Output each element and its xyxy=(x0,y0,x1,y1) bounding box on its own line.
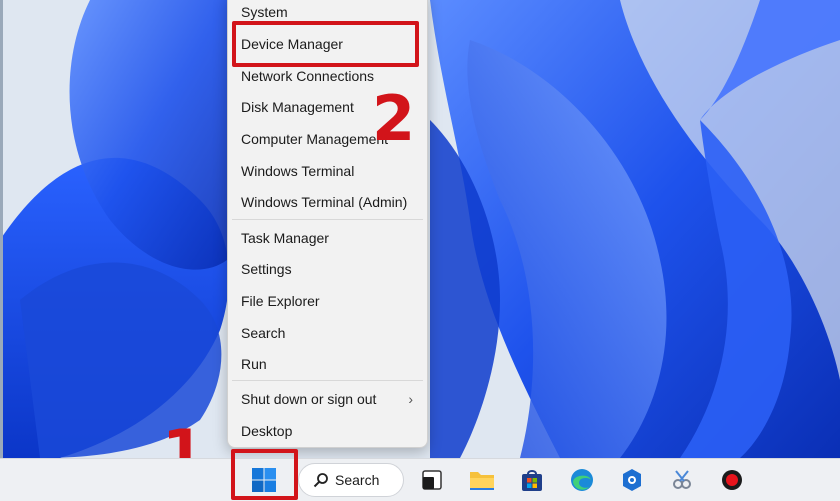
menu-separator xyxy=(232,219,423,220)
search-label: Search xyxy=(335,472,380,488)
settings-button[interactable] xyxy=(616,464,648,496)
menu-item-run[interactable]: Run xyxy=(228,349,427,379)
highlight-box-device-manager xyxy=(232,21,419,67)
snipping-tool-icon xyxy=(673,470,691,489)
record-button[interactable] xyxy=(716,464,748,496)
file-explorer-icon xyxy=(470,472,494,490)
menu-item-task-manager[interactable]: Task Manager xyxy=(228,223,427,253)
menu-item-shut-down-label: Shut down or sign out xyxy=(241,391,377,407)
settings-icon xyxy=(623,469,641,491)
menu-item-settings[interactable]: Settings xyxy=(228,254,427,284)
microsoft-store-icon xyxy=(522,470,542,491)
task-view-button[interactable] xyxy=(416,464,448,496)
chevron-right-icon: › xyxy=(408,391,413,407)
record-icon xyxy=(722,470,742,490)
file-explorer-button[interactable] xyxy=(466,464,498,496)
edge-icon xyxy=(571,469,593,491)
edge-browser-button[interactable] xyxy=(566,464,598,496)
task-view-icon xyxy=(422,470,442,490)
quick-link-menu: System Device Manager Network Connection… xyxy=(227,0,428,448)
taskbar: Search xyxy=(0,458,840,501)
window-left-edge xyxy=(0,0,3,458)
snipping-tool-button[interactable] xyxy=(666,464,698,496)
menu-item-file-explorer[interactable]: File Explorer xyxy=(228,286,427,316)
menu-item-windows-terminal-admin[interactable]: Windows Terminal (Admin) xyxy=(228,187,427,217)
menu-item-shut-down[interactable]: Shut down or sign out › xyxy=(228,384,427,414)
microsoft-store-button[interactable] xyxy=(516,464,548,496)
taskbar-search-box[interactable]: Search xyxy=(298,463,404,497)
highlight-box-start-button xyxy=(231,449,298,500)
menu-separator xyxy=(232,380,423,381)
menu-item-search[interactable]: Search xyxy=(228,318,427,348)
menu-item-windows-terminal[interactable]: Windows Terminal xyxy=(228,156,427,186)
search-icon xyxy=(313,473,328,488)
step-number-2: 2 xyxy=(372,82,416,155)
menu-item-desktop[interactable]: Desktop xyxy=(228,416,427,446)
